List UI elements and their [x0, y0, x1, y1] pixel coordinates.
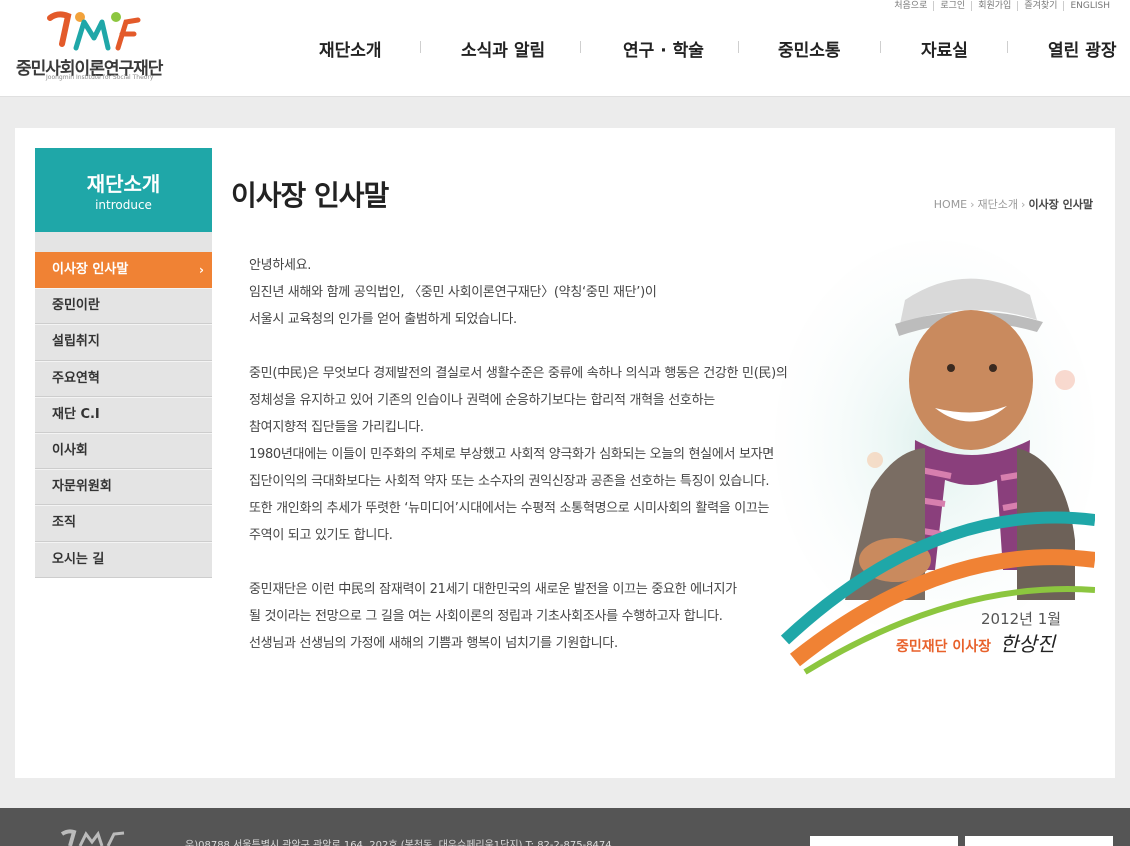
greeting-line: 임진년 새해와 함께 공익법인, 〈중민 사회이론연구재단〉(약칭‘중민 재단’…	[249, 285, 657, 300]
sidebar-title: 재단소개	[86, 172, 161, 196]
greeting-line: 안녕하세요.	[249, 258, 312, 273]
util-join-link[interactable]: 회원가입	[972, 1, 1019, 11]
greeting-line: 참여지향적 집단들을 가리킵니다.	[249, 420, 424, 435]
nav-item-communication[interactable]: 중민소통	[778, 36, 841, 61]
breadcrumb-home[interactable]: HOME	[934, 198, 967, 211]
sidebar-item-about-joongmin[interactable]: 중민이란	[35, 288, 212, 325]
signer-title: 중민재단 이사장	[896, 639, 992, 655]
footer-logo-icon	[60, 829, 125, 846]
sidebar-subtitle: introduce	[95, 198, 152, 212]
chevron-right-icon: ›	[970, 198, 975, 211]
nav-item-open-square[interactable]: 열린 광장	[1048, 36, 1116, 61]
greeting-line: 선생님과 선생님의 가정에 새해의 기쁨과 행복이 넘치기를 기원합니다.	[249, 636, 618, 651]
util-english-link[interactable]: ENGLISH	[1064, 1, 1110, 11]
util-home-link[interactable]: 처음으로	[888, 1, 935, 11]
nav-divider	[420, 41, 421, 53]
greeting-line: 서울시 교육청의 인가를 얻어 출범하게 되었습니다.	[249, 312, 517, 327]
main-nav: 재단소개 소식과 알림 연구 · 학술 중민소통 자료실 열린 광장	[286, 36, 1130, 61]
site-header: 중민사회이론연구재단 Joongmin Institute for Social…	[0, 0, 1130, 97]
nav-divider	[880, 41, 881, 53]
greeting-line: 중민(中民)은 무엇보다 경제발전의 결실로서 생활수준은 중류에 속하나 의식…	[249, 366, 788, 381]
greeting-line: 주역이 되고 있기도 합니다.	[249, 528, 393, 543]
sidebar-item-board[interactable]: 이사회	[35, 432, 212, 470]
nav-item-foundation[interactable]: 재단소개	[319, 36, 382, 61]
content-panel: 재단소개 introduce 이사장 인사말 › 중민이란 설립취지 주요연혁 …	[15, 128, 1115, 778]
sidebar-item-label: 설립취지	[52, 334, 100, 350]
footer-banner-2[interactable]	[965, 836, 1113, 846]
sidebar-item-label: 이사회	[52, 442, 88, 458]
greeting-line: 될 것이라는 전망으로 그 길을 여는 사회이론의 정립과 기초사회조사를 수행…	[249, 609, 723, 624]
nav-divider	[1007, 41, 1008, 53]
util-bookmark-link[interactable]: 즐겨찾기	[1018, 1, 1065, 11]
greeting-body: 안녕하세요. 임진년 새해와 함께 공익법인, 〈중민 사회이론연구재단〉(약칭…	[249, 252, 809, 657]
footer-banner-1[interactable]	[810, 836, 958, 846]
site-footer: 우)08788 서울특별시 관악구 관악로 164, 202호 (봉천동, 대우…	[0, 808, 1130, 846]
sidebar-item-organization[interactable]: 조직	[35, 505, 212, 542]
chevron-right-icon: ›	[199, 263, 204, 277]
sidebar-item-advisory[interactable]: 자문위원회	[35, 469, 212, 506]
letter-date: 2012년 1월	[981, 610, 1062, 628]
greeting-line: 집단이익의 극대화보다는 사회적 약자 또는 소수자의 권익신장과 공존을 선호…	[249, 474, 770, 489]
chevron-right-icon: ›	[1021, 198, 1026, 211]
logo-subtitle: Joongmin Institute for Social Theory	[46, 74, 154, 81]
sidebar-menu: 이사장 인사말 › 중민이란 설립취지 주요연혁 재단 C.I 이사회 자문위원…	[35, 252, 212, 578]
sidebar-item-directions[interactable]: 오시는 길	[35, 541, 212, 578]
util-login-link[interactable]: 로그인	[934, 1, 973, 11]
sidebar-item-ci[interactable]: 재단 C.I	[35, 396, 212, 433]
footer-address: 우)08788 서울특별시 관악구 관악로 164, 202호 (봉천동, 대우…	[185, 840, 612, 846]
logo-mark-icon	[47, 11, 141, 51]
sidebar-item-label: 재단 C.I	[52, 406, 100, 422]
greeting-line: 또한 개인화의 추세가 뚜렷한 ‘뉴미디어’시대에서는 수평적 소통혁명으로 시…	[249, 501, 770, 516]
signature: 한상진	[1000, 632, 1056, 656]
nav-item-research[interactable]: 연구 · 학술	[623, 36, 704, 61]
sidebar-item-label: 이사장 인사말	[52, 262, 129, 277]
site-logo[interactable]: 중민사회이론연구재단 Joongmin Institute for Social…	[16, 8, 166, 84]
breadcrumb-current: 이사장 인사말	[1028, 198, 1093, 211]
greeting-line: 중민재단은 이런 中民의 잠재력이 21세기 대한민국의 새로운 발전을 이끄는…	[249, 582, 737, 597]
sidebar-item-label: 오시는 길	[52, 551, 105, 567]
sidebar-item-label: 자문위원회	[52, 479, 112, 495]
sidebar-item-label: 주요연혁	[52, 370, 100, 386]
sidebar-header: 재단소개 introduce	[35, 148, 212, 232]
nav-item-archive[interactable]: 자료실	[921, 36, 968, 61]
sidebar-item-history[interactable]: 주요연혁	[35, 360, 212, 397]
sidebar-item-purpose[interactable]: 설립취지	[35, 324, 212, 361]
sidebar-item-label: 조직	[52, 515, 76, 531]
sidebar-spacer	[35, 232, 212, 252]
greeting-line: 1980년대에는 이들이 민주화의 주체로 부상했고 사회적 양극화가 심화되는…	[249, 447, 774, 462]
breadcrumb: HOME › 재단소개 › 이사장 인사말	[934, 196, 1093, 212]
nav-item-news[interactable]: 소식과 알림	[461, 36, 545, 61]
nav-divider	[738, 41, 739, 53]
sidebar-item-greeting[interactable]: 이사장 인사말 ›	[35, 252, 212, 289]
breadcrumb-section[interactable]: 재단소개	[978, 198, 1018, 211]
nav-divider	[580, 41, 581, 53]
page-title: 이사장 인사말	[231, 179, 389, 212]
sidebar-item-label: 중민이란	[52, 298, 100, 314]
greeting-line: 정체성을 유지하고 있어 기존의 인습이나 권력에 순응하기보다는 합리적 개혁…	[249, 393, 715, 408]
utility-menu: 처음으로 로그인 회원가입 즐겨찾기 ENGLISH	[888, 1, 1110, 11]
